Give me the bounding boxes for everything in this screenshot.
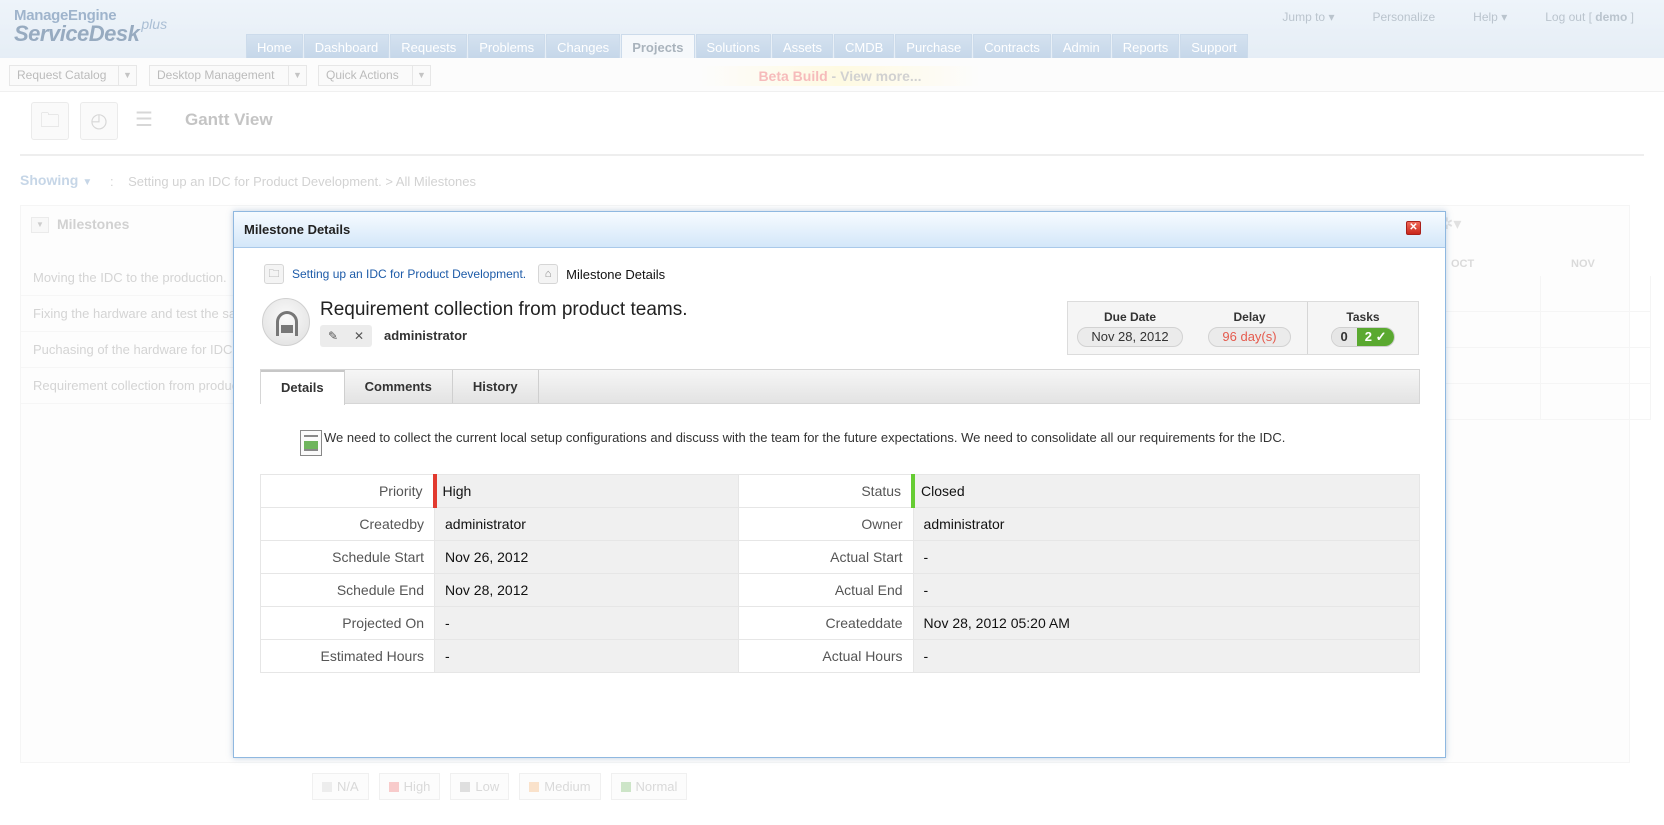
detail-tabs: Details Comments History [260,369,1420,405]
milestone-icon: ⌂ [538,264,559,284]
priority-label: Priority [260,474,435,508]
table-row: Priority High Status Closed [260,474,1421,508]
actual-end-value: - [912,573,1421,607]
projected-on-label: Projected On [260,606,435,640]
schedule-end-label: Schedule End [260,573,435,607]
schedule-start-label: Schedule Start [260,540,435,574]
status-value: Closed [911,474,1421,508]
tasks-open-count: 0 [1331,328,1357,346]
createdby-label: Createdby [260,507,435,541]
tasks-label: Tasks [1346,310,1380,324]
milestone-title: Requirement collection from product team… [320,299,688,320]
table-row: Schedule Start Nov 26, 2012 Actual Start… [260,540,1421,574]
close-icon[interactable]: ✕ [1406,221,1421,235]
actual-end-label: Actual End [737,573,914,607]
createdby-value: administrator [434,507,739,541]
schedule-end-value: Nov 28, 2012 [434,573,739,607]
milestone-icon [262,298,310,346]
createddate-label: Createddate [737,606,914,640]
projected-on-value: - [434,606,739,640]
delay-label: Delay [1233,310,1266,324]
delete-icon[interactable]: ✕ [354,329,364,343]
owner-label: Owner [737,507,914,541]
schedule-start-value: Nov 26, 2012 [434,540,739,574]
delay-stat: Delay 96 day(s) [1192,302,1307,354]
actual-start-value: - [912,540,1421,574]
actual-hours-value: - [912,639,1421,673]
description-icon [300,430,322,456]
priority-value: High [432,474,739,508]
project-link[interactable]: Setting up an IDC for Product Developmen… [292,267,526,281]
due-date-stat: Due Date Nov 28, 2012 [1068,302,1192,354]
tasks-closed-value: 2 [1364,329,1372,344]
table-row: Estimated Hours - Actual Hours - [260,639,1421,673]
tasks-closed-count: 2 ✓ [1356,328,1395,346]
table-row: Projected On - Createddate Nov 28, 2012 … [260,606,1421,640]
estimated-hours-value: - [434,639,739,673]
milestone-actions: ✎ ✕ [320,325,372,347]
details-table: Priority High Status Closed Createdby ad… [260,474,1421,673]
dialog-title: Milestone Details [244,222,351,237]
edit-icon[interactable]: ✎ [328,329,338,343]
status-label: Status [737,474,914,508]
milestone-details-dialog: Milestone Details ✕ 🗀 Setting up an IDC … [233,211,1446,758]
owner-value: administrator [912,507,1421,541]
due-date-value: Nov 28, 2012 [1077,327,1183,347]
tab-comments[interactable]: Comments [345,370,453,403]
tasks-counter[interactable]: 0 2 ✓ [1330,327,1396,347]
milestone-owner: administrator [384,328,468,343]
delay-value: 96 day(s) [1208,327,1291,347]
milestone-stats: Due Date Nov 28, 2012 Delay 96 day(s) Ta… [1067,301,1419,355]
table-row: Createdby administrator Owner administra… [260,507,1421,541]
due-date-label: Due Date [1103,310,1156,324]
actual-hours-label: Actual Hours [737,639,914,673]
folder-icon: 🗀 [264,264,284,284]
tasks-stat: Tasks 0 2 ✓ [1308,302,1418,354]
actual-start-label: Actual Start [737,540,914,574]
milestone-description: We need to collect the current local set… [324,430,1286,445]
tab-details[interactable]: Details [261,370,345,405]
check-icon: ✓ [1371,329,1387,344]
tab-history[interactable]: History [453,370,539,403]
breadcrumb-current: Milestone Details [566,266,666,282]
dialog-header: Milestone Details ✕ [234,212,1445,248]
estimated-hours-label: Estimated Hours [260,639,435,673]
breadcrumb: 🗀 Setting up an IDC for Product Developm… [264,264,665,284]
createddate-value: Nov 28, 2012 05:20 AM [912,606,1421,640]
table-row: Schedule End Nov 28, 2012 Actual End - [260,573,1421,607]
